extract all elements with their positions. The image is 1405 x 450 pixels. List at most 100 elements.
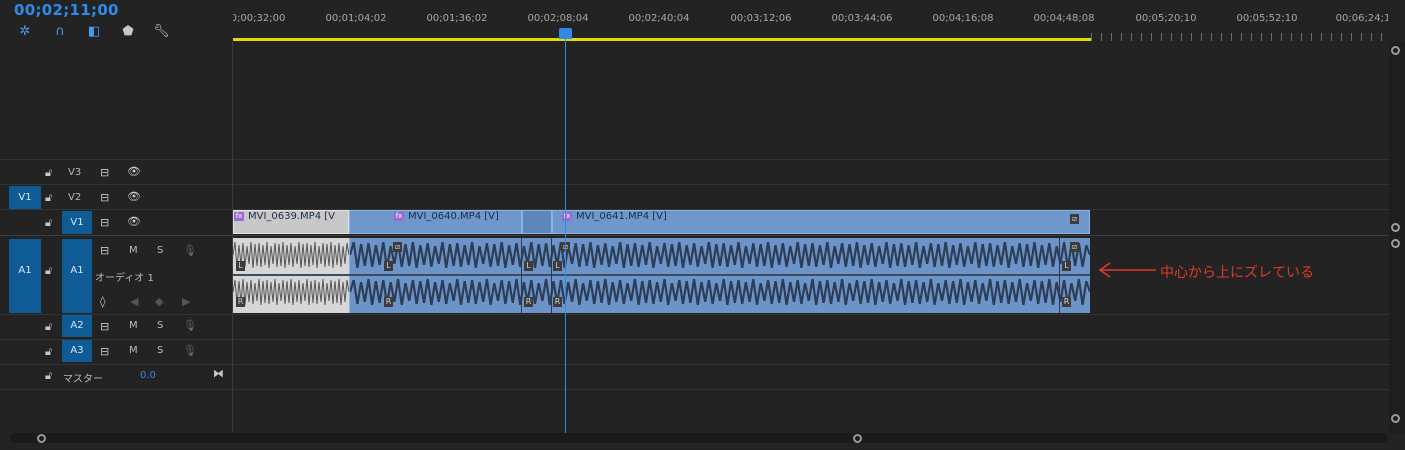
work-area-bar[interactable] — [233, 38, 1091, 41]
bowtie-icon[interactable]: ⧓ — [213, 367, 224, 380]
next-keyframe-icon[interactable]: ▶ — [182, 295, 190, 308]
channel-letter: R — [553, 297, 562, 307]
ruler-label: 00;02;40;04 — [628, 13, 690, 24]
clip-label: fx MVI_0639.MP4 [V — [234, 211, 335, 222]
clip-name: MVI_0640.MP4 [V] — [408, 211, 499, 222]
magnet-icon[interactable]: ∩ — [52, 24, 68, 40]
sync-lock-icon[interactable]: ⊟ — [100, 320, 109, 333]
scroll-knob[interactable] — [37, 434, 46, 443]
ruler-label: 00;04;48;08 — [1033, 13, 1095, 24]
ruler-label: 00;02;08;04 — [527, 13, 589, 24]
track-target-a2[interactable]: A2 — [62, 315, 92, 337]
clip-name: MVI_0641.MP4 [V] — [576, 211, 667, 222]
track-divider — [0, 159, 1405, 160]
track-name-v3: V3 — [68, 167, 82, 178]
waveform-right — [233, 278, 349, 306]
track-divider — [0, 364, 1405, 365]
ruler-label: 00;03;12;06 — [730, 13, 792, 24]
solo-button[interactable]: S — [157, 245, 163, 256]
microphone-icon[interactable]: 🎙︎ — [183, 344, 197, 357]
linked-selection-icon[interactable]: ◧ — [86, 24, 102, 40]
mute-button[interactable]: M — [129, 320, 138, 331]
track-divider — [0, 339, 1405, 340]
sync-lock-icon[interactable]: ⊟ — [100, 244, 109, 257]
lock-icon-v3[interactable]: 🔓︎ — [45, 166, 52, 180]
edit-point[interactable] — [1059, 238, 1060, 313]
add-keyframe-icon[interactable]: ◆ — [155, 295, 163, 308]
lock-icon-v1[interactable]: 🔓︎ — [45, 216, 52, 230]
ruler-label: 00;04;16;08 — [932, 13, 994, 24]
mute-button[interactable]: M — [129, 345, 138, 356]
track-target-v1[interactable]: V1 — [62, 211, 92, 234]
channel-letter: L — [524, 261, 533, 271]
clip-label: fx MVI_0641.MP4 [V] — [562, 211, 667, 222]
scroll-knob[interactable] — [1391, 239, 1400, 248]
fx-badge-icon: ⧄ — [1070, 242, 1079, 252]
track-divider — [0, 389, 1405, 390]
scroll-knob[interactable] — [1391, 46, 1400, 55]
edit-point[interactable] — [521, 238, 522, 313]
ruler-label: 0;00;32;00 — [233, 13, 286, 24]
mute-button[interactable]: M — [129, 245, 138, 256]
microphone-icon[interactable]: 🎙︎ — [183, 319, 197, 332]
track-target-a3[interactable]: A3 — [62, 340, 92, 362]
eye-icon[interactable]: 👁︎ — [127, 215, 141, 228]
track-header-column — [0, 42, 1405, 432]
snap-icon[interactable]: ✲ — [17, 24, 33, 40]
annotation-text: 中心から上にズレている — [1160, 265, 1314, 281]
channel-letter: L — [384, 261, 393, 271]
waveform-left — [350, 241, 1090, 269]
lock-icon-a2[interactable]: 🔓︎ — [45, 320, 52, 334]
timecode-display[interactable]: 00;02;11;00 — [14, 1, 119, 19]
fx-badge-icon: ⧄ — [393, 242, 402, 252]
track-label-a1: オーディオ 1 — [95, 273, 154, 284]
solo-button[interactable]: S — [157, 320, 163, 331]
eye-icon[interactable]: 👁︎ — [127, 190, 141, 203]
eye-icon[interactable]: 👁︎ — [127, 165, 141, 178]
track-divider — [0, 184, 1405, 185]
lock-icon-a3[interactable]: 🔓︎ — [45, 345, 52, 359]
keyframe-icon[interactable]: ◊ — [100, 295, 105, 308]
sync-lock-icon[interactable]: ⊟ — [100, 345, 109, 358]
clip-label: fx MVI_0640.MP4 [V] — [394, 211, 499, 222]
track-divider — [0, 314, 1405, 315]
scroll-knob[interactable] — [1391, 223, 1400, 232]
master-volume-value[interactable]: 0.0 — [140, 370, 156, 381]
annotation-arrow-icon — [1098, 262, 1156, 278]
channel-letter: L — [236, 261, 245, 271]
marker-icon[interactable]: ⬟ — [120, 24, 136, 40]
ruler-label: 00;05;20;10 — [1135, 13, 1197, 24]
edit-point[interactable] — [551, 238, 552, 313]
track-divider — [0, 235, 1405, 236]
source-patch-a1[interactable]: A1 — [9, 239, 41, 313]
channel-letter: R — [1062, 297, 1071, 307]
waveform-left — [233, 241, 349, 269]
channel-letter: R — [384, 297, 393, 307]
microphone-icon[interactable]: 🎙︎ — [183, 244, 197, 257]
lock-icon-a1[interactable]: 🔓︎ — [45, 264, 52, 278]
scroll-knob[interactable] — [1391, 414, 1400, 423]
vertical-scrollbar[interactable] — [1389, 42, 1405, 434]
lock-icon-master[interactable]: 🔓︎ — [45, 369, 52, 383]
prev-keyframe-icon[interactable]: ◀ — [130, 295, 138, 308]
horizontal-scrollbar[interactable] — [10, 433, 1388, 443]
solo-button[interactable]: S — [157, 345, 163, 356]
channel-letter: L — [1062, 261, 1071, 271]
channel-letter: R — [236, 297, 245, 307]
ruler-label: 00;05;52;10 — [1236, 13, 1298, 24]
sync-lock-icon[interactable]: ⊟ — [100, 166, 109, 179]
clip-name: MVI_0639.MP4 [V — [248, 211, 335, 222]
channel-letter: R — [524, 297, 533, 307]
scroll-knob[interactable] — [853, 434, 862, 443]
sync-lock-icon[interactable]: ⊟ — [100, 216, 109, 229]
wrench-icon[interactable]: 🔧︎ — [153, 24, 170, 40]
track-target-a1[interactable]: A1 — [62, 239, 92, 313]
sync-lock-icon[interactable]: ⊟ — [100, 191, 109, 204]
video-clip[interactable] — [522, 210, 552, 234]
ruler-label: 00;03;44;06 — [831, 13, 893, 24]
source-patch-v1[interactable]: V1 — [9, 186, 41, 209]
playhead-line[interactable] — [565, 36, 566, 434]
channel-letter: L — [553, 261, 562, 271]
waveform-right — [350, 278, 1090, 306]
lock-icon-v2[interactable]: 🔓︎ — [45, 191, 52, 205]
